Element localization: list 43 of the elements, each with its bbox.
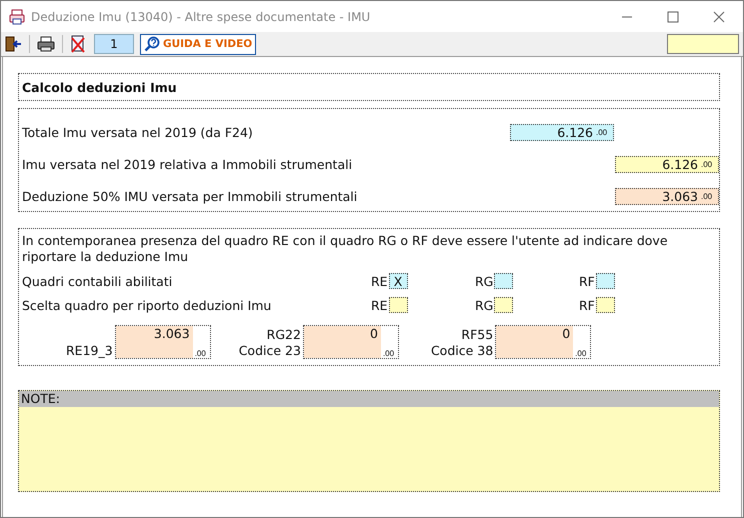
code-label: RG bbox=[475, 274, 494, 288]
field-code-label: RE19_3 bbox=[66, 343, 113, 359]
section-title: Calcolo deduzioni Imu bbox=[22, 80, 177, 94]
help-video-button[interactable]: GUIDA E VIDEO bbox=[140, 34, 256, 54]
instruction-text: In contemporanea presenza del quadro RE con il quadro RG o RF deve essere l'utente ad indicare dove riportare la deduzione Imu bbox=[22, 233, 669, 265]
code-label: RG bbox=[475, 298, 494, 312]
note-field[interactable]: NOTE: bbox=[18, 390, 720, 492]
flag-field[interactable] bbox=[388, 297, 408, 313]
search-help-icon bbox=[144, 36, 160, 52]
row-label: Quadri contabili abilitati bbox=[22, 274, 174, 288]
amount-field[interactable]: 6.126 .00 bbox=[615, 156, 719, 172]
flag-field[interactable] bbox=[494, 297, 514, 313]
transfer-field: 3.063 .00 bbox=[114, 325, 211, 359]
delete-document-icon[interactable] bbox=[70, 35, 86, 53]
app-icon bbox=[9, 8, 25, 24]
code-label: RF bbox=[579, 298, 595, 312]
field-code-label: Codice 23 bbox=[238, 343, 301, 359]
code-label: RE bbox=[371, 298, 388, 312]
field-code-label: Codice 38 bbox=[430, 343, 494, 359]
flag-field bbox=[494, 273, 514, 289]
row-label: Scelta quadro per riporto deduzioni Imu bbox=[22, 298, 272, 312]
field-code-label: RF55 bbox=[461, 327, 494, 343]
flag-field bbox=[596, 273, 615, 289]
code-label: RE bbox=[371, 274, 388, 288]
amount-label: Deduzione 50% IMU versata per Immobili strumentali bbox=[22, 188, 358, 204]
amount-field: 3.063 .00 bbox=[615, 188, 719, 204]
amount-label: Imu versata nel 2019 relativa a Immobili strumentali bbox=[22, 156, 352, 172]
amount-label: Totale Imu versata nel 2019 (da F24) bbox=[22, 124, 253, 140]
field-code-label: RG22 bbox=[266, 327, 301, 343]
flag-field: X bbox=[388, 273, 408, 289]
close-icon[interactable] bbox=[713, 10, 725, 22]
page-number-field[interactable]: 1 bbox=[94, 34, 134, 54]
exit-door-icon[interactable] bbox=[4, 35, 22, 53]
window-title: Deduzione Imu (13040) - Altre spese documentate - IMU bbox=[31, 10, 370, 24]
status-field bbox=[667, 34, 739, 54]
printer-icon[interactable] bbox=[37, 36, 55, 52]
amount-field: 6.126 .00 bbox=[510, 124, 614, 140]
code-label: RF bbox=[579, 274, 595, 288]
transfer-field: 0 .00 bbox=[302, 325, 399, 359]
transfer-field: 0 .00 bbox=[495, 325, 592, 359]
maximize-icon[interactable] bbox=[667, 10, 679, 22]
flag-field[interactable] bbox=[596, 297, 615, 313]
note-header: NOTE: bbox=[19, 391, 719, 407]
